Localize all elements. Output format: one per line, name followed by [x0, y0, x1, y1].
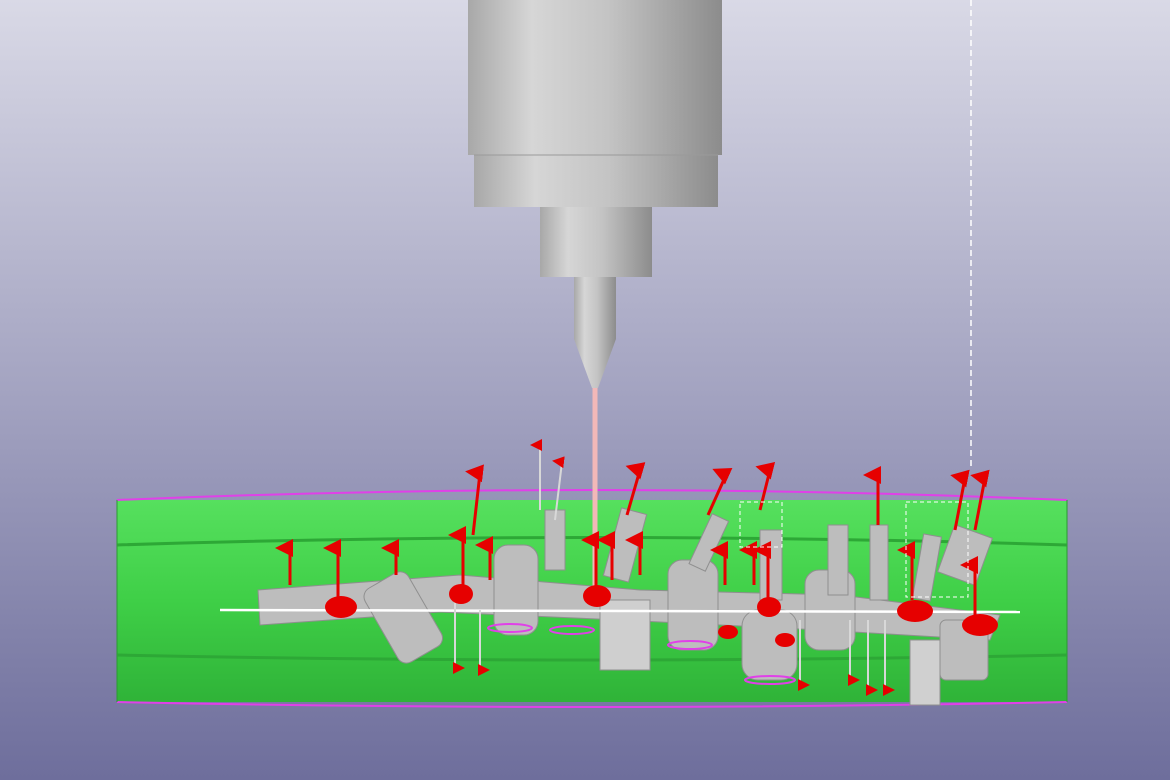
- cam-3d-viewport[interactable]: [0, 0, 1170, 780]
